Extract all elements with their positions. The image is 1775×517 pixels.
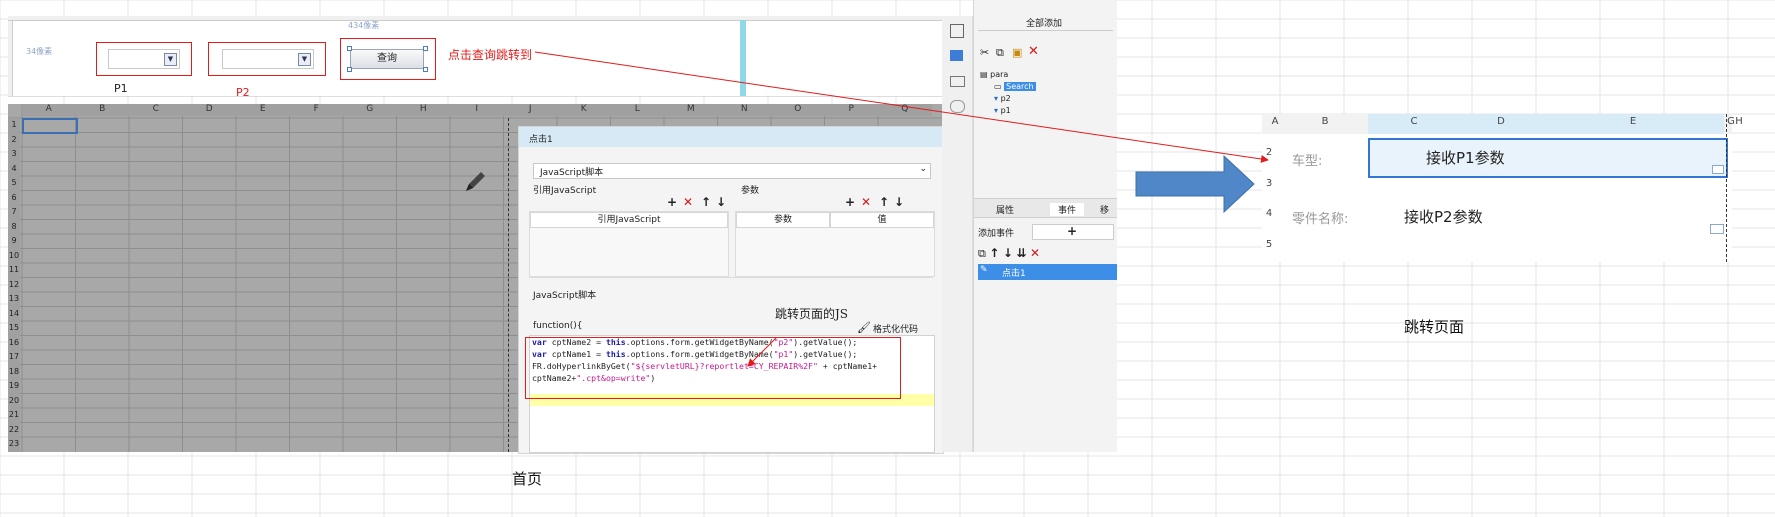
- annotation-pointer-arrow: [747, 337, 777, 367]
- connector-layer: [534, 51, 1269, 367]
- navigate-arrow-icon: [1135, 154, 1255, 214]
- query-to-target-arrow: [534, 51, 1269, 163]
